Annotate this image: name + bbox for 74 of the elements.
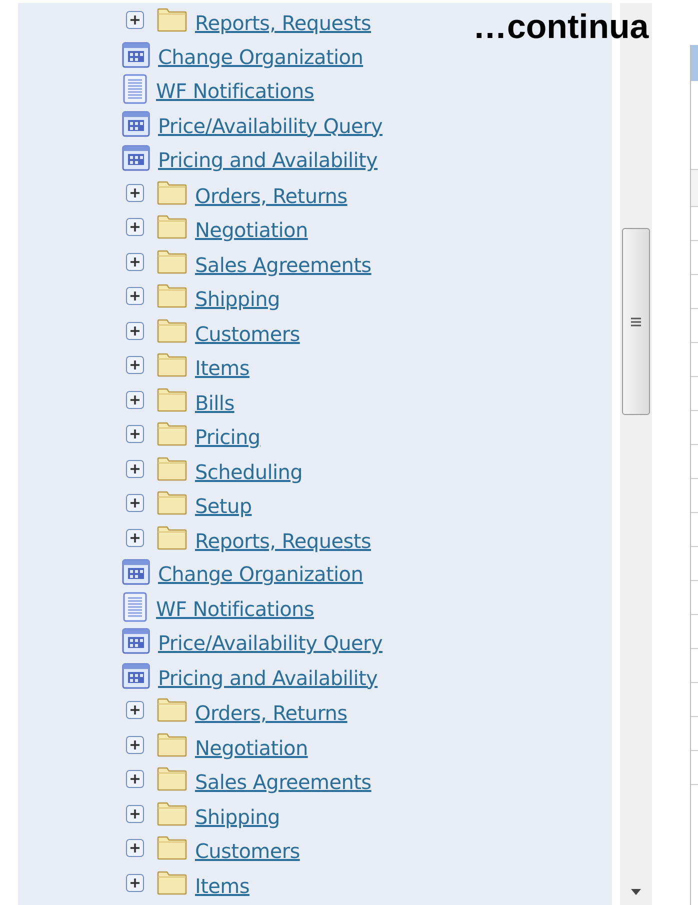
- form-icon: [122, 42, 150, 68]
- menu-link[interactable]: Sales Agreements: [195, 252, 372, 277]
- folder-icon: [157, 8, 187, 32]
- expand-toggle[interactable]: [126, 11, 144, 30]
- menu-link[interactable]: Setup: [195, 494, 252, 518]
- menu-link[interactable]: Items: [195, 874, 250, 898]
- folder-icon: [157, 802, 187, 826]
- folder-icon: [157, 353, 187, 378]
- expand-toggle[interactable]: [126, 804, 144, 823]
- menu-link[interactable]: Price/Availability Query: [158, 631, 382, 656]
- scroll-thumb[interactable]: [622, 228, 650, 415]
- folder-icon: [157, 250, 187, 274]
- folder-icon: [157, 215, 187, 240]
- expand-toggle[interactable]: [126, 494, 144, 512]
- folder-icon: [157, 732, 187, 757]
- menu-link[interactable]: Negotiation: [195, 736, 308, 760]
- folder-icon: [157, 836, 187, 860]
- menu-link[interactable]: WF Notifications: [156, 79, 314, 104]
- menu-link[interactable]: Reports, Requests: [195, 11, 371, 36]
- menu-link[interactable]: Orders, Returns: [195, 184, 348, 208]
- menu-link[interactable]: Customers: [195, 839, 300, 864]
- caption-heading: …continua: [473, 8, 649, 47]
- menu-link[interactable]: Shipping: [195, 804, 280, 829]
- grip-icon: [630, 316, 642, 326]
- menu-link[interactable]: Sales Agreements: [195, 770, 372, 794]
- form-icon: [122, 662, 150, 689]
- document-icon: [122, 74, 148, 104]
- expand-toggle[interactable]: [126, 425, 144, 444]
- folder-icon: [157, 767, 187, 792]
- menu-link[interactable]: Pricing and Availability: [158, 666, 378, 690]
- form-icon: [122, 145, 150, 172]
- form-icon: [122, 628, 150, 654]
- expand-toggle[interactable]: [126, 322, 144, 340]
- folder-icon: [157, 870, 187, 895]
- document-icon: [122, 592, 148, 622]
- menu-link[interactable]: WF Notifications: [156, 596, 314, 621]
- folder-icon: [157, 180, 187, 205]
- scroll-down-icon[interactable]: [631, 889, 641, 895]
- expand-toggle[interactable]: [126, 252, 144, 271]
- expand-toggle[interactable]: [126, 528, 144, 547]
- expand-toggle[interactable]: [126, 390, 144, 409]
- folder-icon: [157, 526, 187, 550]
- menu-link[interactable]: Negotiation: [195, 218, 308, 242]
- form-icon: [122, 559, 150, 586]
- form-icon: [122, 110, 150, 137]
- expand-toggle[interactable]: [126, 218, 144, 236]
- menu-link[interactable]: Pricing: [195, 425, 260, 450]
- folder-icon: [157, 318, 187, 343]
- menu-link[interactable]: Bills: [195, 390, 234, 415]
- menu-link[interactable]: Change Organization: [158, 44, 364, 69]
- folder-icon: [157, 422, 187, 446]
- expand-toggle[interactable]: [126, 839, 144, 858]
- menu-link[interactable]: Scheduling: [195, 460, 303, 484]
- folder-icon: [157, 491, 187, 516]
- menu-link[interactable]: Reports, Requests: [195, 528, 371, 553]
- menu-link[interactable]: Change Organization: [158, 562, 364, 586]
- menu-link[interactable]: Orders, Returns: [195, 701, 348, 726]
- menu-link[interactable]: Items: [195, 356, 250, 380]
- expand-toggle[interactable]: [126, 460, 144, 478]
- expand-toggle[interactable]: [126, 287, 144, 306]
- folder-icon: [157, 388, 187, 412]
- folder-icon: [157, 284, 187, 308]
- expand-toggle[interactable]: [126, 736, 144, 754]
- expand-toggle[interactable]: [126, 701, 144, 720]
- expand-toggle[interactable]: [126, 184, 144, 202]
- folder-icon: [157, 456, 187, 481]
- menu-link[interactable]: Shipping: [195, 287, 280, 312]
- expand-toggle[interactable]: [126, 874, 144, 892]
- expand-toggle[interactable]: [126, 356, 144, 374]
- menu-link[interactable]: Price/Availability Query: [158, 114, 382, 138]
- menu-link[interactable]: Pricing and Availability: [158, 148, 378, 172]
- menu-link[interactable]: Customers: [195, 322, 300, 346]
- folder-icon: [157, 698, 187, 722]
- expand-toggle[interactable]: [126, 770, 144, 788]
